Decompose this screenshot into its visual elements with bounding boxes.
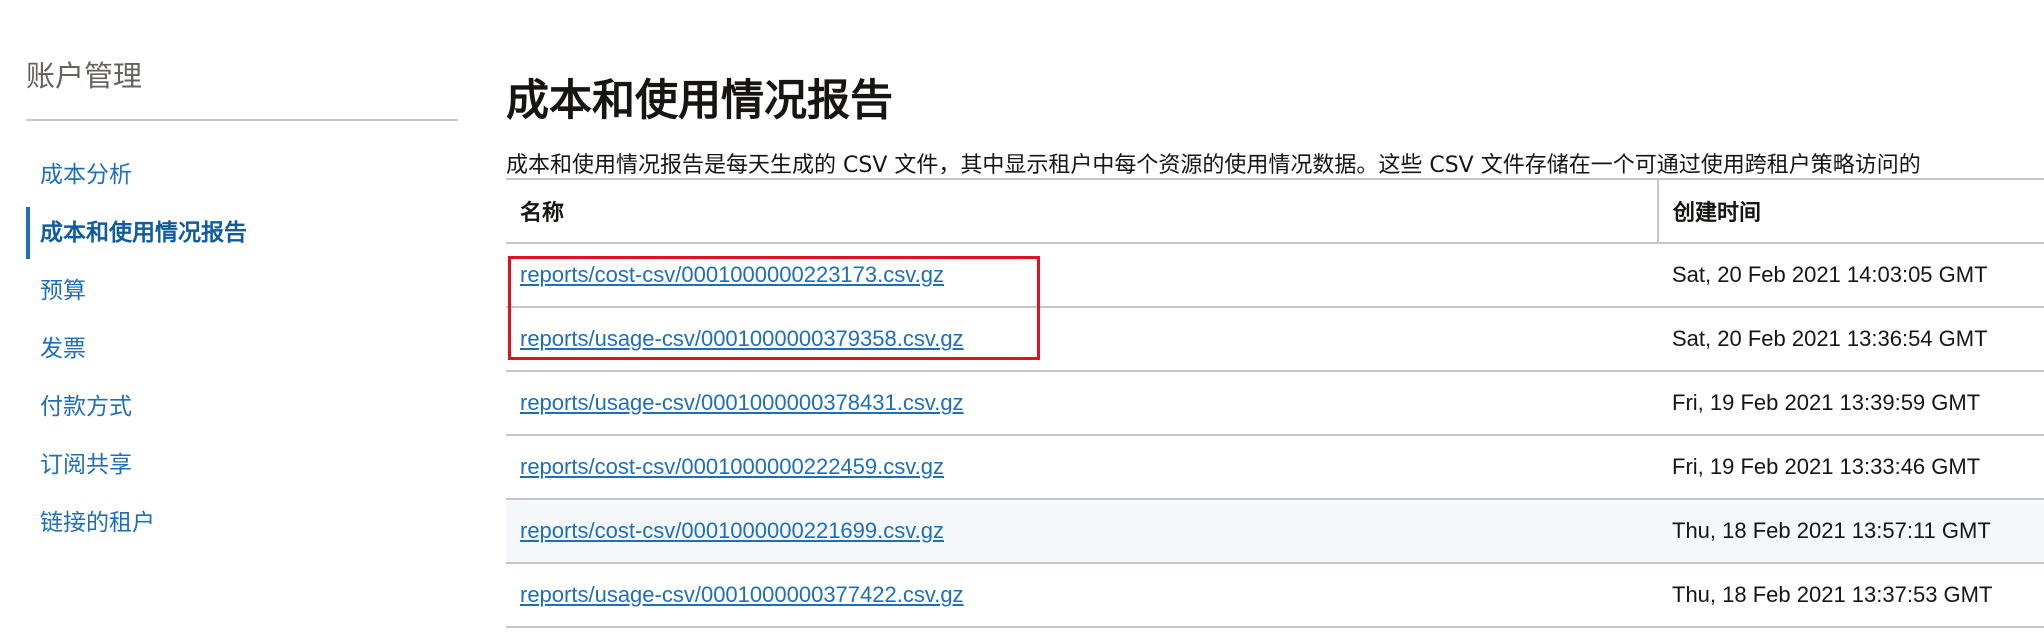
table-row: reports/usage-csv/0001000000378431.csv.g… <box>506 371 2044 436</box>
table-cell-name: reports/usage-csv/0001000000377422.csv.g… <box>506 563 1658 628</box>
page-title: 成本和使用情况报告 <box>506 75 893 126</box>
reports-table: 名称 创建时间 reports/cost-csv/000100000022317… <box>506 178 2044 628</box>
main-content: 成本和使用情况报告 成本和使用情况报告是每天生成的 CSV 文件，其中显示租户中… <box>506 0 2044 632</box>
sidebar: 账户管理 成本分析 成本和使用情况报告 预算 发票 付款方式 订阅共享 链接的租… <box>0 0 468 632</box>
table-row: reports/usage-csv/0001000000379358.csv.g… <box>506 307 2044 372</box>
sidebar-item-linked-tenancies[interactable]: 链接的租户 <box>0 494 468 552</box>
sidebar-nav: 成本分析 成本和使用情况报告 预算 发票 付款方式 订阅共享 链接的租户 <box>0 146 468 552</box>
table-row: reports/cost-csv/0001000000222459.csv.gz… <box>506 435 2044 500</box>
table-cell-name: reports/usage-csv/0001000000379358.csv.g… <box>506 307 1658 372</box>
table-cell-created: Fri, 19 Feb 2021 13:39:59 GMT <box>1658 371 2044 436</box>
table-cell-name: reports/cost-csv/0001000000221699.csv.gz <box>506 499 1658 564</box>
report-link[interactable]: reports/usage-csv/0001000000379358.csv.g… <box>520 326 964 351</box>
report-link[interactable]: reports/cost-csv/0001000000223173.csv.gz <box>520 262 944 287</box>
table-cell-created: Sat, 20 Feb 2021 14:03:05 GMT <box>1658 243 2044 308</box>
table-row: reports/cost-csv/0001000000221699.csv.gz… <box>506 499 2044 564</box>
sidebar-item-payment-method[interactable]: 付款方式 <box>0 378 468 436</box>
table-cell-name: reports/cost-csv/0001000000222459.csv.gz <box>506 435 1658 500</box>
sidebar-item-budgets[interactable]: 预算 <box>0 262 468 320</box>
sidebar-title: 账户管理 <box>26 59 143 93</box>
table-row: reports/usage-csv/0001000000377422.csv.g… <box>506 563 2044 628</box>
column-header-created[interactable]: 创建时间 <box>1658 178 2044 244</box>
table-cell-created: Thu, 18 Feb 2021 13:37:53 GMT <box>1658 563 2044 628</box>
report-link[interactable]: reports/usage-csv/0001000000378431.csv.g… <box>520 390 964 415</box>
table-cell-created: Fri, 19 Feb 2021 13:33:46 GMT <box>1658 435 2044 500</box>
sidebar-item-invoices[interactable]: 发票 <box>0 320 468 378</box>
sidebar-item-cost-usage-reports[interactable]: 成本和使用情况报告 <box>0 204 468 262</box>
report-link[interactable]: reports/cost-csv/0001000000221699.csv.gz <box>520 518 944 543</box>
table-cell-created: Sat, 20 Feb 2021 13:36:54 GMT <box>1658 307 2044 372</box>
report-link[interactable]: reports/usage-csv/0001000000377422.csv.g… <box>520 582 964 607</box>
table-cell-created: Thu, 18 Feb 2021 13:57:11 GMT <box>1658 499 2044 564</box>
report-link[interactable]: reports/cost-csv/0001000000222459.csv.gz <box>520 454 944 479</box>
column-header-name[interactable]: 名称 <box>506 178 1659 244</box>
table-row: reports/cost-csv/0001000000223173.csv.gz… <box>506 243 2044 308</box>
sidebar-divider <box>26 119 458 121</box>
table-header-row: 名称 创建时间 <box>506 178 2044 244</box>
table-cell-name: reports/cost-csv/0001000000223173.csv.gz <box>506 243 1658 308</box>
table-cell-name: reports/usage-csv/0001000000378431.csv.g… <box>506 371 1658 436</box>
sidebar-item-subscription-sharing[interactable]: 订阅共享 <box>0 436 468 494</box>
sidebar-item-cost-analysis[interactable]: 成本分析 <box>0 146 468 204</box>
reports-table-container: 名称 创建时间 reports/cost-csv/000100000022317… <box>506 178 2044 628</box>
